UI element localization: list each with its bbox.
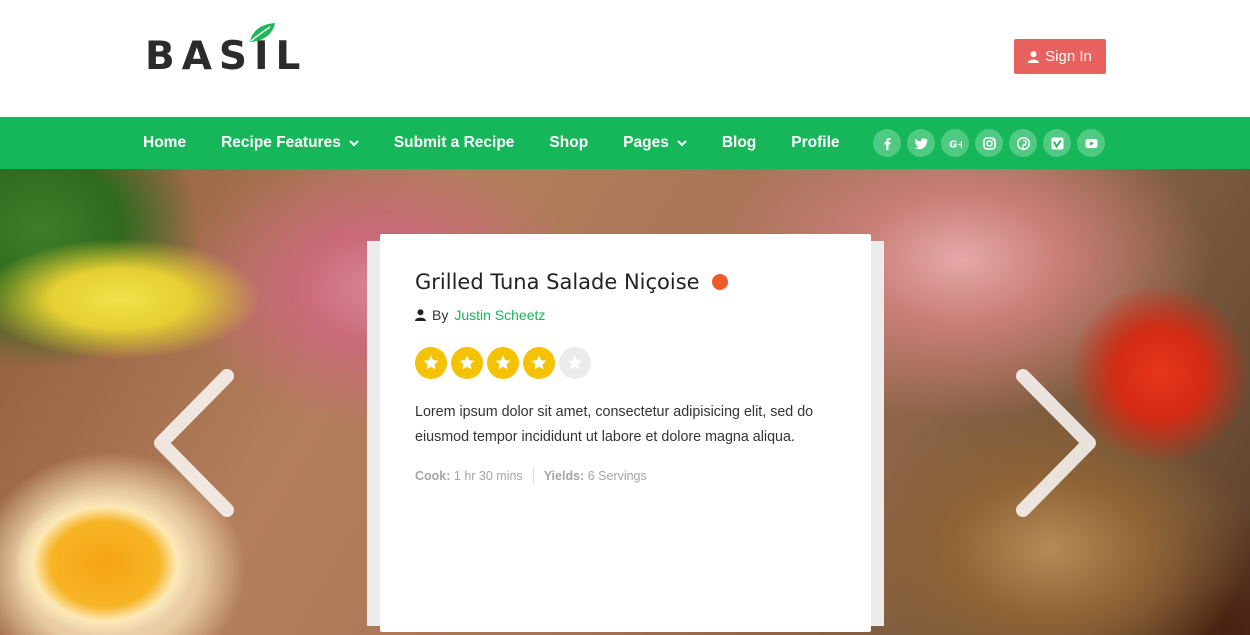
nav-item-shop[interactable]: Shop [549,134,588,152]
star-empty-icon[interactable] [559,347,591,379]
cook-label: Cook: [415,468,451,483]
pinterest-icon[interactable] [1009,129,1037,157]
site-header: BASIL Sign In [0,0,1250,117]
nav-item-pages[interactable]: Pages [623,134,687,152]
nav-item-home[interactable]: Home [143,134,186,152]
google-plus-icon[interactable]: G+ [941,129,969,157]
chevron-down-icon [677,139,687,146]
author-link[interactable]: Justin Scheetz [454,307,545,323]
star-rating [415,347,591,379]
nav-item-label: Home [143,134,187,151]
recipe-byline: By Justin Scheetz [415,307,545,323]
instagram-icon[interactable] [975,129,1003,157]
recipe-meta: Cook: 1 hr 30 mins Yields: 6 Servings [415,467,647,484]
youtube-icon[interactable] [1077,129,1105,157]
cook-time: 1 hr 30 mins [453,468,523,483]
yields-label: Yields: [543,468,585,483]
chevron-left-icon[interactable] [147,368,237,518]
recipe-title-row: Grilled Tuna Salade Niçoise [415,270,728,294]
vimeo-icon[interactable] [1043,129,1071,157]
nav-item-recipe-features[interactable]: Recipe Features [221,134,359,152]
star-filled-icon[interactable] [523,347,555,379]
sign-in-label: Sign In [1045,48,1092,65]
chevron-right-icon[interactable] [1013,368,1103,518]
facebook-icon[interactable] [873,129,901,157]
nav-item-profile[interactable]: Profile [791,134,839,152]
user-icon [1028,50,1040,63]
star-filled-icon[interactable] [451,347,483,379]
nav-menu: Home Recipe Features Submit a Recipe Sho… [143,117,875,169]
recipe-title[interactable]: Grilled Tuna Salade Niçoise [415,270,700,294]
yields-value: 6 Servings [587,468,647,483]
social-links: G+ [873,129,1105,157]
nav-item-label: Blog [721,134,757,151]
recipe-description: Lorem ipsum dolor sit amet, consectetur … [415,404,814,445]
meta-divider [532,467,534,484]
chevron-down-icon [349,139,359,146]
nav-item-label: Shop [549,134,589,151]
recipe-card[interactable]: Grilled Tuna Salade Niçoise By Justin Sc… [380,234,871,632]
logo-text: BASIL [145,34,308,79]
site-logo[interactable]: BASIL [145,23,308,79]
nav-item-submit-recipe[interactable]: Submit a Recipe [394,134,515,152]
user-icon [415,309,426,321]
status-dot [711,274,728,290]
nav-item-label: Profile [791,134,840,151]
main-nav: Home Recipe Features Submit a Recipe Sho… [0,117,1250,169]
nav-item-label: Submit a Recipe [393,134,515,151]
nav-item-label: Pages [623,134,669,151]
by-label: By [432,307,449,323]
star-filled-icon[interactable] [415,347,447,379]
leaf-icon [250,23,275,42]
sign-in-button[interactable]: Sign In [1014,39,1106,74]
svg-text:G+: G+ [949,139,962,150]
star-filled-icon[interactable] [487,347,519,379]
nav-item-blog[interactable]: Blog [722,134,756,152]
nav-item-label: Recipe Features [221,134,341,151]
twitter-icon[interactable] [907,129,935,157]
